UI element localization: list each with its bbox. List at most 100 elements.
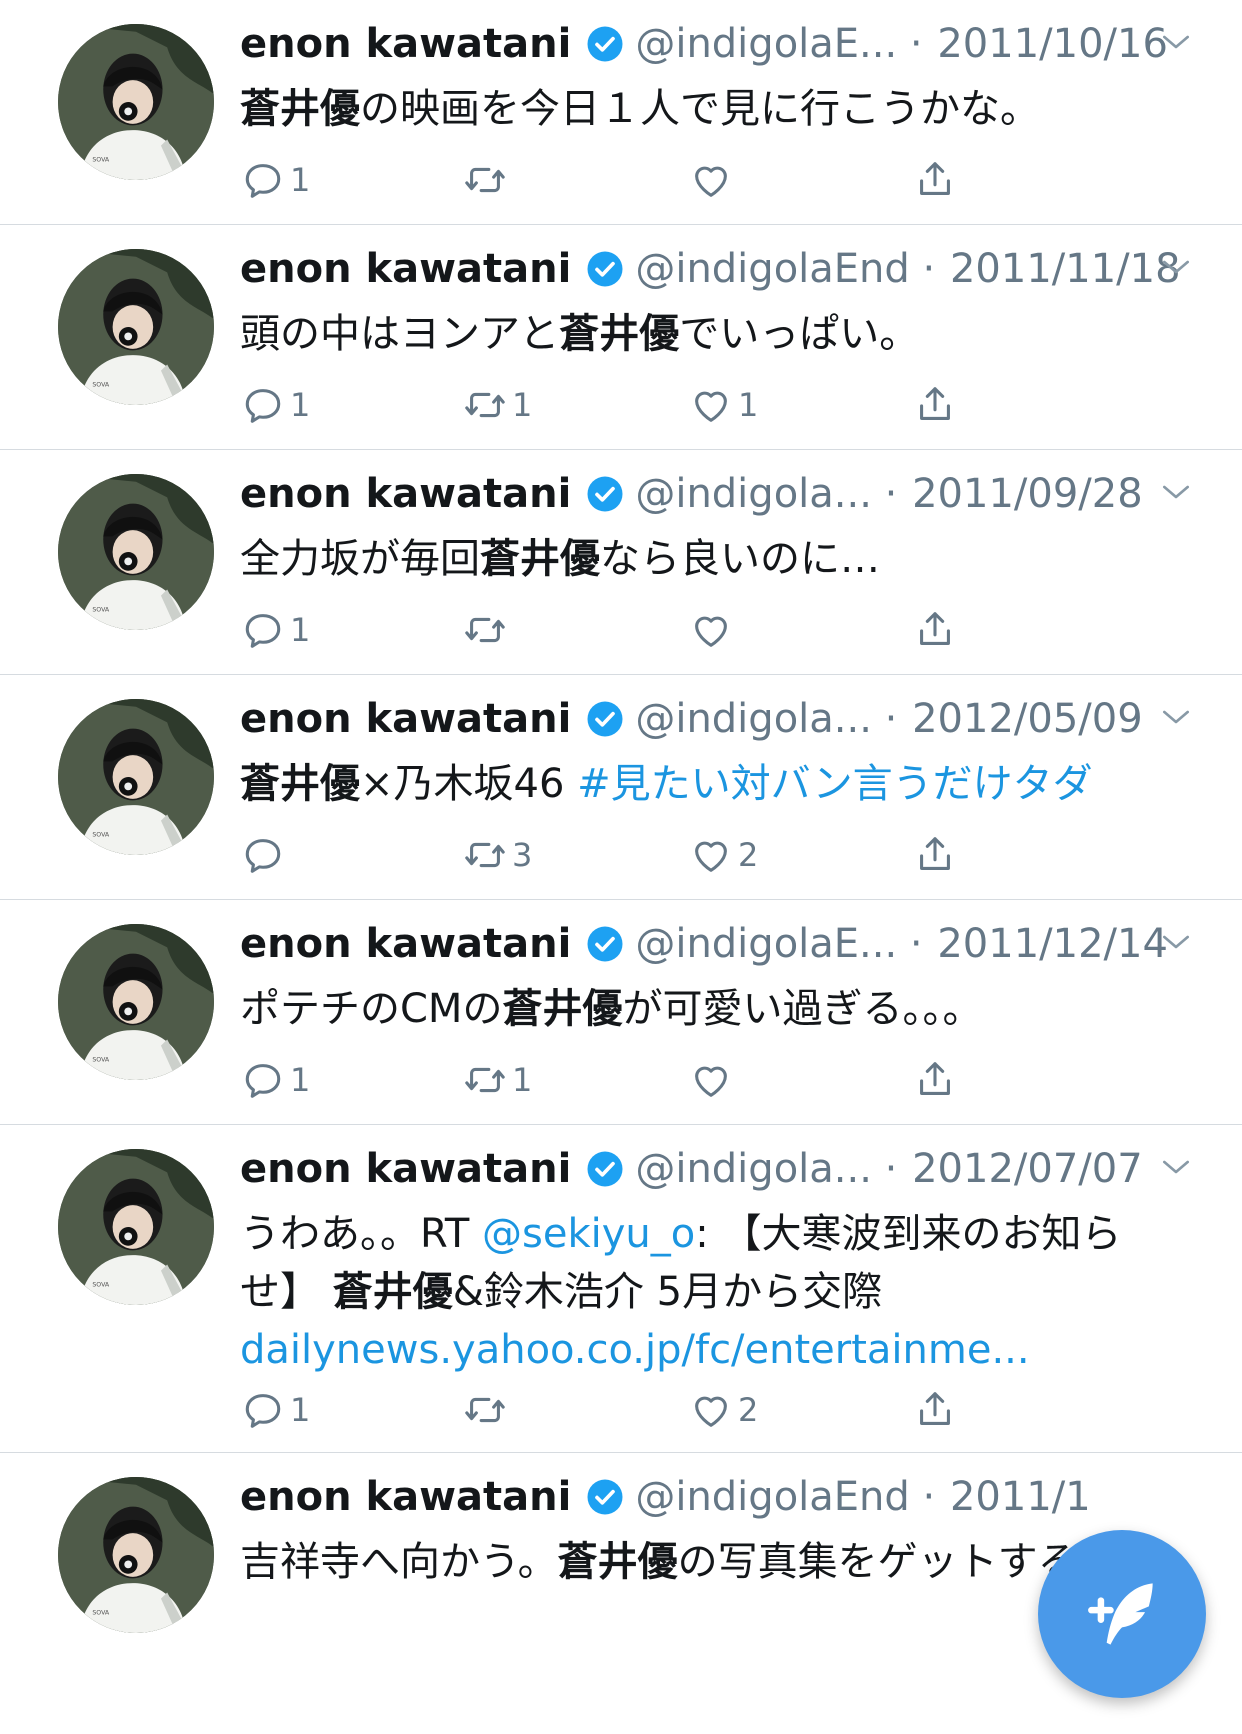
tweet-text-highlight: 蒼井優 [480, 536, 600, 582]
tweet-header: enon kawatani @indigola... · 2012/07/07 [240, 1143, 1143, 1195]
user-handle[interactable]: @indigolaEnd [635, 246, 909, 292]
tweet[interactable]: SOVA enon kawatani @indigola... · 2012/07/… [0, 1125, 1242, 1453]
tweet-text-segment: うわあ。。RT [240, 1211, 483, 1257]
chevron-down-icon[interactable] [1156, 922, 1196, 962]
avatar-photo: SOVA [58, 474, 214, 630]
like-button[interactable] [688, 605, 738, 655]
avatar[interactable]: SOVA [58, 699, 214, 855]
display-name[interactable]: enon kawatani [240, 246, 571, 292]
avatar[interactable]: SOVA [58, 249, 214, 405]
tweet[interactable]: SOVA enon kawatani @indigolaEnd · 2011/11/… [0, 225, 1242, 450]
user-handle[interactable]: @indigola... [635, 696, 872, 742]
like-icon [695, 841, 727, 872]
share-button[interactable] [912, 380, 958, 430]
reply-button[interactable] [240, 830, 290, 880]
tweet-date[interactable]: 2012/05/09 [912, 696, 1143, 742]
user-handle[interactable]: @indigola... [635, 471, 872, 517]
compose-tweet-button[interactable] [1038, 1530, 1206, 1698]
reply-button[interactable]: 1 [240, 1055, 310, 1105]
tweet[interactable]: SOVA enon kawatani @indigolaE... · 2011/12… [0, 900, 1242, 1125]
like-icon [695, 166, 727, 197]
avatar[interactable]: SOVA [58, 1477, 214, 1633]
tweet[interactable]: SOVA enon kawatani @indigola... · 2011/09/… [0, 450, 1242, 675]
like-count: 1 [738, 386, 759, 424]
chevron-down-icon[interactable] [1156, 472, 1196, 512]
tweet-text-highlight: 蒼井優 [502, 986, 623, 1032]
separator-dot: · [897, 21, 936, 67]
reply-button[interactable]: 1 [240, 1385, 310, 1435]
tweet-content: enon kawatani @indigolaEnd · 2011/11/18 頭の… [240, 225, 1202, 450]
tweet[interactable]: SOVA enon kawatani @indigola... · 2012/05/… [0, 675, 1242, 900]
avatar[interactable]: SOVA [58, 924, 214, 1080]
tweet-link[interactable]: @sekiyu_o [482, 1211, 695, 1257]
retweet-button[interactable]: 3 [462, 830, 532, 880]
chevron-down-icon[interactable] [1156, 1147, 1196, 1187]
display-name[interactable]: enon kawatani [240, 696, 571, 742]
user-handle[interactable]: @indigolaE... [635, 921, 897, 967]
tweet-text-line: dailynews.yahoo.co.jp/fc/entertainme... [240, 1321, 1121, 1379]
display-name[interactable]: enon kawatani [240, 471, 571, 517]
tweet-header: enon kawatani @indigolaEnd · 2011/11/18 [240, 243, 1181, 295]
tweet-link[interactable]: #見たい対バン言うだけタダ [577, 761, 1093, 807]
retweet-count: 3 [512, 836, 533, 874]
share-button[interactable] [912, 830, 958, 880]
tweet-header: enon kawatani @indigolaE... · 2011/12/14 [240, 918, 1168, 970]
chevron-down-icon[interactable] [1156, 22, 1196, 62]
tweet[interactable]: SOVA enon kawatani @indigolaE... · 2011/10… [0, 0, 1242, 225]
retweet-button[interactable]: 1 [462, 1055, 532, 1105]
reply-button[interactable]: 1 [240, 380, 310, 430]
display-name[interactable]: enon kawatani [240, 1146, 571, 1192]
share-button[interactable] [912, 605, 958, 655]
user-handle[interactable]: @indigola... [635, 1146, 872, 1192]
tweet-date[interactable]: 2011/09/28 [912, 471, 1143, 517]
tweet-date[interactable]: 2011/10/16 [937, 21, 1168, 67]
share-icon [920, 837, 950, 870]
like-count: 2 [738, 1391, 759, 1429]
chevron-down-icon[interactable] [1156, 697, 1196, 737]
like-button[interactable]: 2 [688, 1385, 758, 1435]
retweet-button[interactable] [462, 1385, 512, 1435]
tweet-text-segment: せ】 [240, 1269, 333, 1315]
reply-count: 1 [290, 1061, 311, 1099]
user-handle[interactable]: @indigolaEnd [635, 1474, 909, 1520]
share-button[interactable] [912, 1385, 958, 1435]
like-button[interactable] [688, 1055, 738, 1105]
chevron-down-icon[interactable] [1156, 247, 1196, 287]
share-icon [920, 387, 950, 420]
reply-count: 1 [290, 611, 311, 649]
like-button[interactable]: 2 [688, 830, 758, 880]
avatar[interactable]: SOVA [58, 1149, 214, 1305]
display-name[interactable]: enon kawatani [240, 921, 571, 967]
retweet-button[interactable] [462, 605, 512, 655]
reply-button[interactable]: 1 [240, 155, 310, 205]
share-button[interactable] [912, 1055, 958, 1105]
display-name[interactable]: enon kawatani [240, 1474, 571, 1520]
retweet-button[interactable]: 1 [462, 380, 532, 430]
like-button[interactable] [688, 155, 738, 205]
tweet-date[interactable]: 2011/1 [950, 1474, 1091, 1520]
share-button[interactable] [912, 155, 958, 205]
user-handle[interactable]: @indigolaE... [635, 21, 897, 67]
tweet-date[interactable]: 2012/07/07 [912, 1146, 1143, 1192]
like-button[interactable]: 1 [688, 380, 758, 430]
reply-button[interactable]: 1 [240, 605, 310, 655]
share-icon [920, 612, 950, 645]
retweet-icon [465, 617, 505, 643]
svg-text:SOVA: SOVA [92, 381, 110, 388]
tweet-header: enon kawatani @indigola... · 2012/05/09 [240, 693, 1143, 745]
avatar[interactable]: SOVA [58, 474, 214, 630]
reply-icon [245, 614, 281, 648]
avatar-photo: SOVA [58, 1477, 214, 1633]
tweet-date[interactable]: 2011/12/14 [937, 921, 1168, 967]
verified-badge-icon [587, 26, 623, 62]
tweet-link[interactable]: dailynews.yahoo.co.jp/fc/entertainme... [240, 1327, 1030, 1373]
tweet-content: enon kawatani @indigolaE... · 2011/12/14 ポ… [240, 900, 1202, 1125]
tweet-text: 吉祥寺へ向かう。蒼井優の写真集をゲットするた [240, 1533, 1118, 1591]
avatar[interactable]: SOVA [58, 24, 214, 180]
tweet-date[interactable]: 2011/11/18 [950, 246, 1181, 292]
tweet-text-segment: ポテチのCMの [240, 986, 503, 1032]
tweet-text: 頭の中はヨンアと蒼井優でいっぱい。 [240, 305, 919, 363]
tweet-text-segment: が可愛い過ぎる。。。 [622, 986, 983, 1032]
retweet-button[interactable] [462, 155, 512, 205]
display-name[interactable]: enon kawatani [240, 21, 571, 67]
